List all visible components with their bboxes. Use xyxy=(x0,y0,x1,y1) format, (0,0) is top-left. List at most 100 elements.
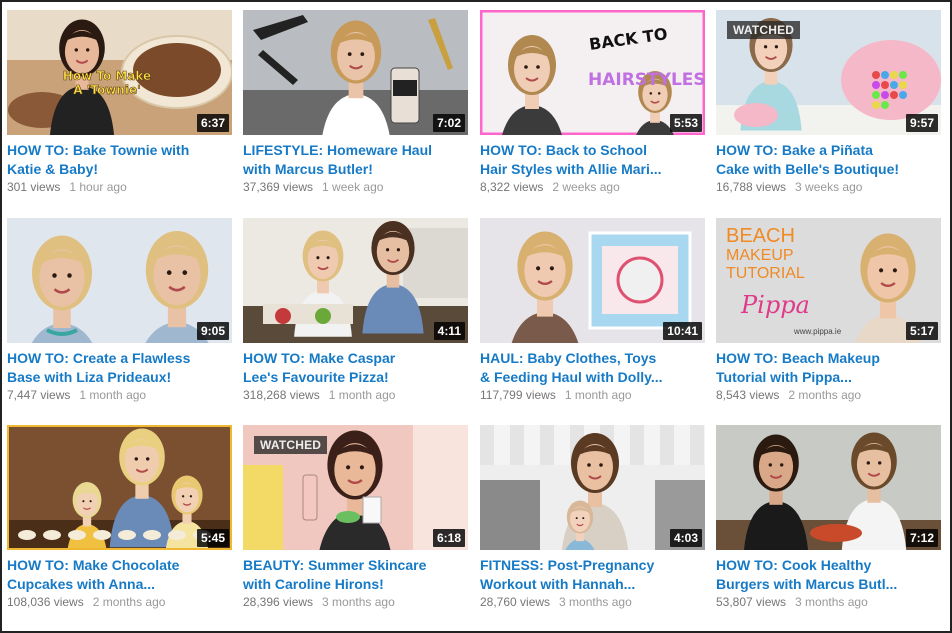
video-thumbnail[interactable]: 9:05 xyxy=(7,218,232,343)
thumbnail-caption: MAKEUP xyxy=(726,247,794,264)
upload-time: 2 weeks ago xyxy=(552,180,620,194)
view-count: 28,760 views xyxy=(480,595,551,609)
video-thumbnail[interactable]: 7:02 xyxy=(243,10,468,135)
upload-time: 2 months ago xyxy=(788,388,862,402)
view-count: 318,268 views xyxy=(243,388,320,402)
upload-time: 1 week ago xyxy=(322,180,384,194)
view-count: 37,369 views xyxy=(243,180,314,194)
view-count: 8,543 views xyxy=(716,388,780,402)
video-title-link[interactable]: FITNESS: Post-Pregnancy Workout with Han… xyxy=(480,556,712,594)
video-thumbnail[interactable]: BEACH MAKEUP TUTORIAL Pippa www.pippa.ie 5:17 xyxy=(716,218,941,343)
video-thumbnail[interactable]: 4:03 xyxy=(480,425,705,550)
thumbnail-caption: A 'Townie' xyxy=(73,83,141,97)
view-count: 117,799 views xyxy=(480,388,556,402)
sofa-cushion xyxy=(480,480,540,550)
thumbnail-caption-hairstyles: HAIRSTYLES xyxy=(588,70,705,90)
video-card[interactable]: BEACH MAKEUP TUTORIAL Pippa www.pippa.ie 5:17… xyxy=(716,218,941,418)
video-card[interactable]: 5:45 HOW TO: Make Chocolate Cupcakes with… xyxy=(7,425,232,625)
video-meta: 108,036 views 2 months ago xyxy=(7,595,237,610)
thumbnail-caption: BEACH xyxy=(726,225,795,247)
video-grid-frame: How To Make A 'Townie' 6:37 HOW TO: Bake To… xyxy=(0,0,952,633)
duration-badge: 7:12 xyxy=(905,529,938,547)
video-card[interactable]: 4:11 HOW TO: Make Caspar Lee's Favourite … xyxy=(243,218,468,418)
video-thumbnail[interactable]: 5:45 xyxy=(7,425,232,550)
video-thumbnail[interactable]: 7:12 xyxy=(716,425,941,550)
upload-time: 3 months ago xyxy=(322,595,395,609)
thumbnail-caption: TUTORIAL xyxy=(726,265,805,282)
thumbnail-caption: How To Make xyxy=(63,69,151,83)
video-card[interactable]: WATCHED 6:18 BEAUTY: Summer Skincare with … xyxy=(243,425,468,625)
view-count: 28,396 views xyxy=(243,595,314,609)
video-title-link[interactable]: HOW TO: Bake Townie with Katie & Baby! xyxy=(7,141,239,179)
upload-time: 3 weeks ago xyxy=(795,180,863,194)
video-title-link[interactable]: HAUL: Baby Clothes, Toys & Feeding Haul … xyxy=(480,349,712,387)
video-title-link[interactable]: HOW TO: Make Chocolate Cupcakes with Ann… xyxy=(7,556,239,594)
upload-time: 1 month ago xyxy=(564,388,632,402)
video-meta: 8,543 views 2 months ago xyxy=(716,388,946,403)
video-title-link[interactable]: BEAUTY: Summer Skincare with Caroline Hi… xyxy=(243,556,475,594)
view-count: 16,788 views xyxy=(716,180,787,194)
upload-time: 3 months ago xyxy=(795,595,868,609)
duration-badge: 6:18 xyxy=(432,529,465,547)
video-meta: 53,807 views 3 months ago xyxy=(716,595,946,610)
video-thumbnail[interactable]: WATCHED 6:18 xyxy=(243,425,468,550)
duration-badge: 9:57 xyxy=(905,114,938,132)
video-title-link[interactable]: HOW TO: Back to School Hair Styles with … xyxy=(480,141,712,179)
video-meta: 28,396 views 3 months ago xyxy=(243,595,473,610)
duration-badge: 5:53 xyxy=(669,114,702,132)
watched-badge: WATCHED xyxy=(254,436,328,454)
video-card[interactable]: 7:12 HOW TO: Cook Healthy Burgers with Ma… xyxy=(716,425,941,625)
video-meta: 37,369 views 1 week ago xyxy=(243,180,473,195)
video-meta: 16,788 views 3 weeks ago xyxy=(716,180,946,195)
duration-badge: 4:03 xyxy=(669,529,702,547)
video-meta: 28,760 views 3 months ago xyxy=(480,595,710,610)
upload-time: 3 months ago xyxy=(559,595,632,609)
video-meta: 318,268 views 1 month ago xyxy=(243,388,473,403)
duration-badge: 5:17 xyxy=(905,322,938,340)
video-thumbnail[interactable]: How To Make A 'Townie' 6:37 xyxy=(7,10,232,135)
video-card[interactable]: 9:05 HOW TO: Create a Flawless Base with … xyxy=(7,218,232,418)
duration-badge: 4:11 xyxy=(433,322,465,340)
video-title-link[interactable]: HOW TO: Beach Makeup Tutorial with Pippa… xyxy=(716,349,948,387)
video-title-link[interactable]: HOW TO: Cook Healthy Burgers with Marcus… xyxy=(716,556,948,594)
view-count: 7,447 views xyxy=(7,388,71,402)
video-meta: 301 views 1 hour ago xyxy=(7,180,237,195)
view-count: 53,807 views xyxy=(716,595,787,609)
upload-time: 1 month ago xyxy=(79,388,147,402)
duration-badge: 5:45 xyxy=(196,529,229,547)
view-count: 108,036 views xyxy=(7,595,84,609)
video-thumbnail[interactable]: 10:41 xyxy=(480,218,705,343)
duration-badge: 6:37 xyxy=(196,114,229,132)
view-count: 8,322 views xyxy=(480,180,544,194)
skincare-bottle xyxy=(302,474,318,521)
video-title-link[interactable]: LIFESTYLE: Homeware Haul with Marcus But… xyxy=(243,141,475,179)
video-meta: 7,447 views 1 month ago xyxy=(7,388,237,403)
pinata-cake xyxy=(841,40,941,120)
video-title-link[interactable]: HOW TO: Make Caspar Lee's Favourite Pizz… xyxy=(243,349,475,387)
video-card[interactable]: BACK TO HAIRSTYLES 5:53 HOW TO: Back to Sch… xyxy=(480,10,705,210)
video-title-link[interactable]: HOW TO: Create a Flawless Base with Liza… xyxy=(7,349,239,387)
video-card[interactable]: How To Make A 'Townie' 6:37 HOW TO: Bake To… xyxy=(7,10,232,210)
watched-badge: WATCHED xyxy=(727,21,801,39)
video-thumbnail[interactable]: WATCHED 9:57 xyxy=(716,10,941,135)
upload-time: 1 hour ago xyxy=(69,180,127,194)
video-card[interactable]: 4:03 FITNESS: Post-Pregnancy Workout with… xyxy=(480,425,705,625)
video-thumbnail[interactable]: 4:11 xyxy=(243,218,468,343)
upload-time: 1 month ago xyxy=(328,388,396,402)
video-thumbnail[interactable]: BACK TO HAIRSTYLES 5:53 xyxy=(480,10,705,135)
pippa-logo: Pippa xyxy=(740,291,810,319)
view-count: 301 views xyxy=(7,180,61,194)
video-meta: 8,322 views 2 weeks ago xyxy=(480,180,710,195)
burger-plate xyxy=(810,524,862,542)
video-card[interactable]: WATCHED 9:57 HOW TO: Bake a Piñata Cake wi… xyxy=(716,10,941,210)
upload-time: 2 months ago xyxy=(92,595,166,609)
pippa-url: www.pippa.ie xyxy=(793,327,842,336)
video-title-link[interactable]: HOW TO: Bake a Piñata Cake with Belle's … xyxy=(716,141,948,179)
duration-badge: 9:05 xyxy=(196,322,229,340)
video-card[interactable]: 10:41 HAUL: Baby Clothes, Toys & Feeding … xyxy=(480,218,705,418)
video-card[interactable]: 7:02 LIFESTYLE: Homeware Haul with Marcus… xyxy=(243,10,468,210)
duration-badge: 10:41 xyxy=(663,322,702,340)
duration-badge: 7:02 xyxy=(432,114,465,132)
video-meta: 117,799 views 1 month ago xyxy=(480,388,710,403)
video-grid: How To Make A 'Townie' 6:37 HOW TO: Bake To… xyxy=(7,10,949,625)
